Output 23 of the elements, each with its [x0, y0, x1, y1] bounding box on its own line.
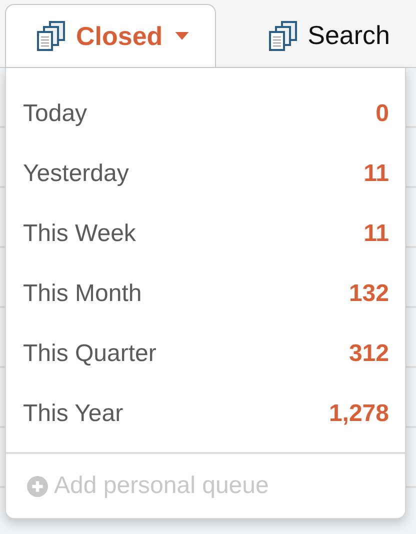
item-label: This Quarter [23, 340, 156, 368]
menu-item[interactable]: Today 0 [6, 84, 405, 144]
item-count: 312 [348, 340, 389, 368]
item-count: 11 [364, 220, 389, 248]
item-label: This Month [23, 280, 142, 308]
item-count: 132 [348, 280, 389, 308]
item-count: 11 [364, 160, 389, 188]
documents-icon [268, 20, 300, 52]
plus-circle-icon [27, 476, 48, 496]
menu-item[interactable]: Yesterday 11 [6, 144, 405, 204]
queue-tab[interactable]: Closed [5, 4, 216, 67]
item-count: 0 [376, 100, 389, 128]
queue-tab[interactable]: Search [238, 4, 416, 67]
menu-item[interactable]: This Month 132 [6, 264, 405, 324]
item-label: This Year [23, 400, 124, 428]
item-label: Today [23, 100, 88, 128]
item-count: 1,278 [328, 400, 389, 428]
item-label: This Week [23, 220, 136, 248]
menu-item[interactable]: This Quarter 312 [6, 324, 405, 384]
item-label: Yesterday [23, 160, 129, 188]
menu-item[interactable]: This Week 11 [6, 204, 405, 264]
documents-icon [36, 20, 68, 52]
menu-item[interactable]: This Year 1,278 [6, 384, 405, 444]
